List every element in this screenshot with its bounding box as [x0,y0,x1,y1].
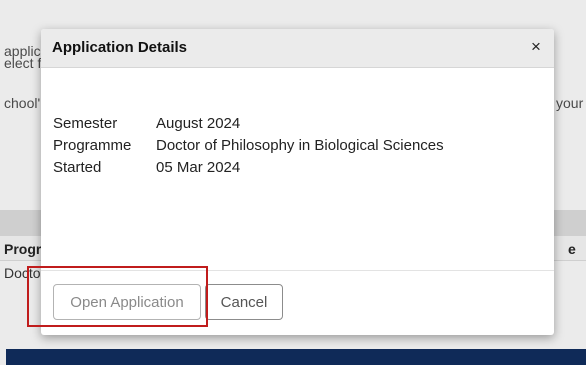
background-column-programme: Progr [4,241,42,257]
detail-value: Doctor of Philosophy in Biological Scien… [156,137,444,154]
close-icon[interactable]: × [526,37,546,57]
background-table-cell: Docto [4,265,41,281]
modal-footer: Open Application Cancel [41,270,554,335]
background-text-line: chool' [4,95,41,111]
modal-header: Application Details × [41,29,554,68]
detail-label: Semester [53,115,118,132]
detail-value: August 2024 [156,115,241,132]
detail-label: Started [53,159,102,176]
footer-bar [6,349,586,365]
modal-title: Application Details [52,39,188,56]
background-text-line: your [556,95,584,111]
cancel-button[interactable]: Cancel [205,284,283,320]
detail-label: Programme [53,137,132,154]
application-details-modal: Application Details × Semester August 20… [41,29,554,335]
open-application-button[interactable]: Open Application [53,284,201,320]
background-text-line: elect f [4,55,42,71]
detail-value: 05 Mar 2024 [156,159,241,176]
background-column-end: e [568,241,576,257]
